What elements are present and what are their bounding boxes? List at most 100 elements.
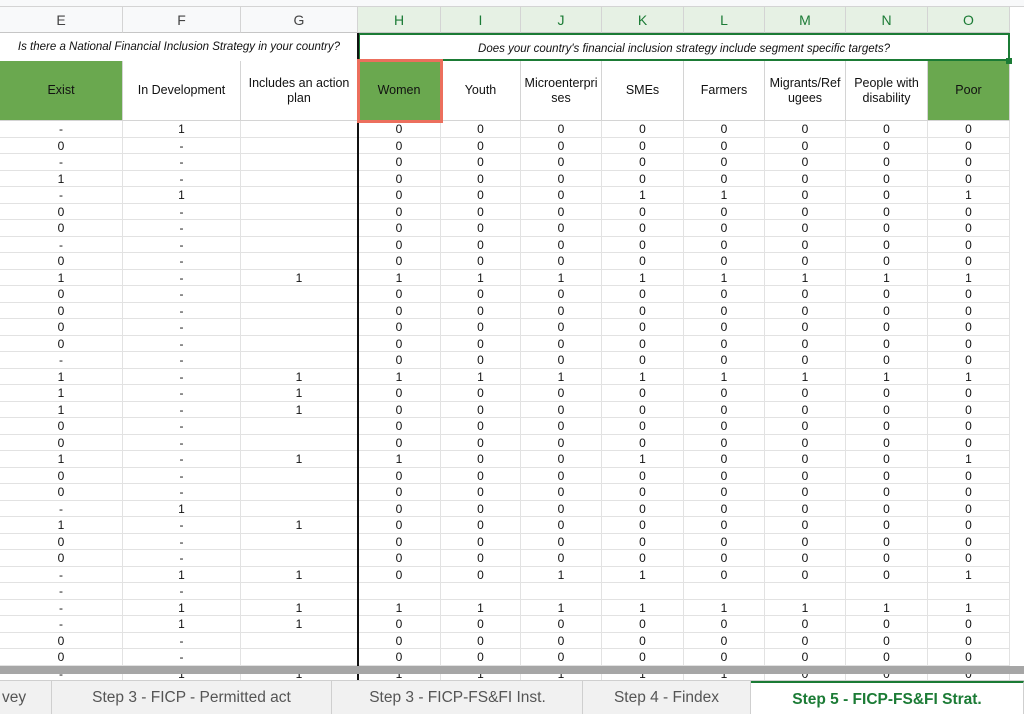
table-cell[interactable]: 0 xyxy=(441,319,521,336)
table-cell[interactable]: 0 xyxy=(602,335,684,352)
table-cell[interactable] xyxy=(241,649,358,666)
table-cell[interactable]: 1 xyxy=(521,599,602,616)
header-poor[interactable]: Poor xyxy=(928,61,1010,121)
table-cell[interactable]: 1 xyxy=(241,269,358,286)
table-cell[interactable] xyxy=(521,583,602,600)
table-cell[interactable]: 0 xyxy=(602,418,684,435)
table-cell[interactable] xyxy=(241,418,358,435)
table-cell[interactable] xyxy=(241,187,358,204)
table-cell[interactable]: 1 xyxy=(928,269,1010,286)
column-header-h[interactable]: H xyxy=(358,7,441,33)
table-cell[interactable]: 0 xyxy=(0,137,123,154)
table-cell[interactable]: 0 xyxy=(928,236,1010,253)
table-cell[interactable] xyxy=(241,286,358,303)
table-cell[interactable]: 0 xyxy=(684,550,765,567)
table-cell[interactable]: 0 xyxy=(684,137,765,154)
table-cell[interactable]: 0 xyxy=(441,467,521,484)
table-cell[interactable]: 0 xyxy=(928,203,1010,220)
table-cell[interactable] xyxy=(241,500,358,517)
table-cell[interactable]: 0 xyxy=(846,154,928,171)
table-cell[interactable]: 0 xyxy=(846,467,928,484)
table-cell[interactable]: 0 xyxy=(846,170,928,187)
table-cell[interactable]: 0 xyxy=(602,500,684,517)
table-cell[interactable]: 0 xyxy=(846,302,928,319)
table-cell[interactable]: 1 xyxy=(123,500,241,517)
table-cell[interactable]: 0 xyxy=(521,550,602,567)
table-cell[interactable]: 0 xyxy=(765,434,846,451)
table-cell[interactable]: 0 xyxy=(765,616,846,633)
table-cell[interactable] xyxy=(241,137,358,154)
table-cell[interactable]: 1 xyxy=(602,269,684,286)
table-cell[interactable]: 0 xyxy=(684,302,765,319)
table-cell[interactable]: 0 xyxy=(765,550,846,567)
table-cell[interactable]: 0 xyxy=(928,517,1010,534)
table-cell[interactable]: 0 xyxy=(521,302,602,319)
table-cell[interactable]: 1 xyxy=(123,121,241,138)
table-cell[interactable]: 1 xyxy=(846,269,928,286)
table-cell[interactable]: - xyxy=(0,599,123,616)
table-cell[interactable]: 0 xyxy=(684,319,765,336)
column-header-l[interactable]: L xyxy=(684,7,765,33)
table-cell[interactable]: - xyxy=(123,352,241,369)
table-cell[interactable]: 0 xyxy=(846,434,928,451)
table-cell[interactable]: 0 xyxy=(521,203,602,220)
table-cell[interactable]: 1 xyxy=(123,599,241,616)
table-cell[interactable]: 0 xyxy=(358,467,441,484)
table-cell[interactable] xyxy=(241,632,358,649)
table-cell[interactable]: 0 xyxy=(521,187,602,204)
table-cell[interactable] xyxy=(241,484,358,501)
table-cell[interactable]: 0 xyxy=(441,137,521,154)
table-cell[interactable]: 0 xyxy=(441,434,521,451)
table-cell[interactable]: 1 xyxy=(241,451,358,468)
table-cell[interactable]: 0 xyxy=(441,418,521,435)
table-cell[interactable]: 0 xyxy=(846,517,928,534)
table-cell[interactable]: 1 xyxy=(441,269,521,286)
table-cell[interactable]: 0 xyxy=(521,335,602,352)
table-cell[interactable]: - xyxy=(123,649,241,666)
table-cell[interactable]: 0 xyxy=(602,484,684,501)
table-cell[interactable]: 1 xyxy=(241,616,358,633)
table-cell[interactable]: 0 xyxy=(765,319,846,336)
table-cell[interactable]: - xyxy=(123,434,241,451)
table-cell[interactable]: 0 xyxy=(521,418,602,435)
table-cell[interactable]: 0 xyxy=(846,451,928,468)
table-cell[interactable]: 1 xyxy=(241,566,358,583)
table-cell[interactable]: 0 xyxy=(441,220,521,237)
table-cell[interactable]: 0 xyxy=(358,236,441,253)
table-cell[interactable]: 0 xyxy=(928,352,1010,369)
table-cell[interactable]: 0 xyxy=(358,137,441,154)
table-cell[interactable]: 0 xyxy=(765,154,846,171)
table-cell[interactable]: 0 xyxy=(358,154,441,171)
table-cell[interactable]: 0 xyxy=(602,517,684,534)
table-cell[interactable]: 0 xyxy=(521,467,602,484)
table-cell[interactable]: 1 xyxy=(0,170,123,187)
table-cell[interactable]: 0 xyxy=(928,335,1010,352)
column-header-f[interactable]: F xyxy=(123,7,241,33)
table-cell[interactable]: 0 xyxy=(602,649,684,666)
table-cell[interactable]: 1 xyxy=(358,368,441,385)
table-cell[interactable]: 0 xyxy=(846,253,928,270)
table-cell[interactable]: 0 xyxy=(441,533,521,550)
table-cell[interactable]: 1 xyxy=(0,368,123,385)
table-cell[interactable]: 1 xyxy=(241,599,358,616)
table-cell[interactable]: 1 xyxy=(0,517,123,534)
table-cell[interactable]: 0 xyxy=(684,566,765,583)
table-cell[interactable]: 0 xyxy=(928,550,1010,567)
table-cell[interactable] xyxy=(241,434,358,451)
table-cell[interactable]: 1 xyxy=(0,269,123,286)
table-cell[interactable]: 1 xyxy=(123,616,241,633)
table-cell[interactable]: 0 xyxy=(928,220,1010,237)
table-cell[interactable]: 0 xyxy=(765,649,846,666)
table-cell[interactable]: 0 xyxy=(0,533,123,550)
table-cell[interactable]: 0 xyxy=(765,203,846,220)
table-cell[interactable]: - xyxy=(123,517,241,534)
table-cell[interactable]: 0 xyxy=(928,253,1010,270)
table-cell[interactable]: 0 xyxy=(684,236,765,253)
table-cell[interactable]: 0 xyxy=(358,121,441,138)
table-cell[interactable]: 1 xyxy=(928,368,1010,385)
table-cell[interactable] xyxy=(928,583,1010,600)
table-cell[interactable]: - xyxy=(0,616,123,633)
table-cell[interactable]: 0 xyxy=(441,401,521,418)
table-cell[interactable] xyxy=(241,319,358,336)
table-cell[interactable]: 0 xyxy=(602,401,684,418)
